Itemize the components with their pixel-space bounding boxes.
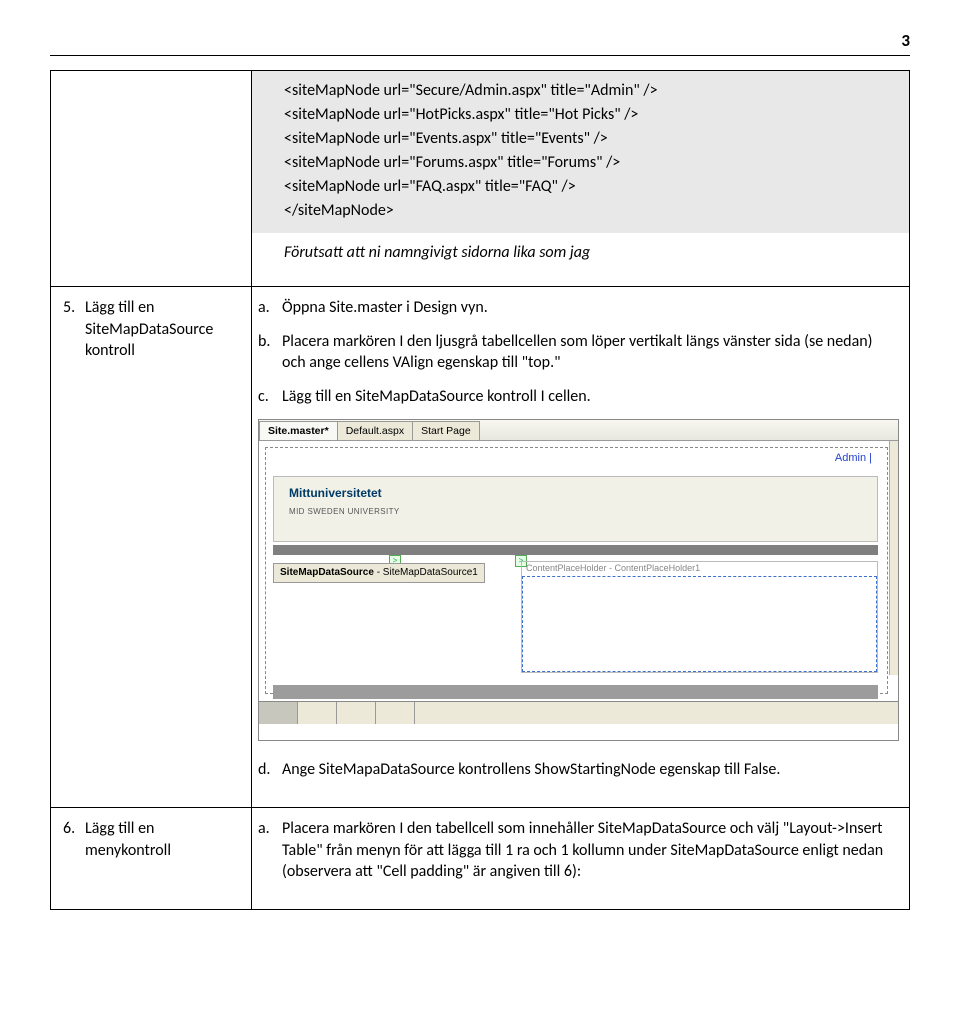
editor-tabs: Site.master* Default.aspx Start Page [259,420,898,441]
step-5d-marker: d. [258,759,282,781]
content-placeholder-selection [522,576,877,672]
logo-main: Mittuniversitetet [289,486,382,500]
step-5-title: Lägg till en SiteMapDataSource kontroll [85,297,241,362]
footer-strip [273,685,878,699]
step-6-number: 6. [63,818,85,861]
tab-default-aspx[interactable]: Default.aspx [337,421,413,440]
status-seg [337,702,376,724]
step-5a-text: Öppna Site.master i Design vyn. [282,297,488,319]
step-5a-marker: a. [258,297,282,319]
admin-link[interactable]: Admin | [835,451,872,466]
page-number: 3 [50,30,910,51]
note-italic: Förutsatt att ni namngivigt sidorna lika… [252,233,909,286]
logo: Mittuniversitetet MID SWEDEN UNIVERSITY [289,485,400,517]
step-6a-marker: a. [258,818,282,883]
grey-strip [273,545,878,555]
tab-site-master[interactable]: Site.master* [259,421,338,440]
step-5d-text: Ange SiteMapaDataSource kontrollens Show… [282,759,780,781]
content-placeholder-label: ContentPlaceHolder - ContentPlaceHolder1 [526,562,700,574]
status-seg [298,702,337,724]
code-snippet: <siteMapNode url="Secure/Admin.aspx" tit… [252,71,909,233]
status-bar [259,701,898,724]
content-placeholder[interactable]: ContentPlaceHolder - ContentPlaceHolder1 [521,561,878,673]
logo-sub: MID SWEDEN UNIVERSITY [289,507,400,516]
tab-start-page[interactable]: Start Page [412,421,480,440]
sitemap-tag-bold: SiteMapDataSource [280,567,374,578]
step-5c-marker: c. [258,386,282,408]
step-5b-text: Placera markören I den ljusgrå tabellcel… [282,331,899,374]
step-6a-text: Placera markören I den tabellcell som in… [282,818,899,883]
step-5-number: 5. [63,297,85,362]
step-6-title: Lägg till en menykontroll [85,818,241,861]
sitemap-tag-rest: - SiteMapDataSource1 [374,567,478,578]
empty-left-cell [51,71,251,95]
status-seg [259,702,298,724]
status-seg [376,702,415,724]
horizontal-rule [50,55,910,56]
designer-screenshot: Site.master* Default.aspx Start Page Adm… [258,419,899,741]
vertical-scrollbar[interactable] [889,441,898,675]
step-5b-marker: b. [258,331,282,374]
step-5c-text: Lägg till en SiteMapDataSource kontroll … [282,386,591,408]
sitemap-datasource-tag[interactable]: SiteMapDataSource - SiteMapDataSource1 [273,563,485,583]
